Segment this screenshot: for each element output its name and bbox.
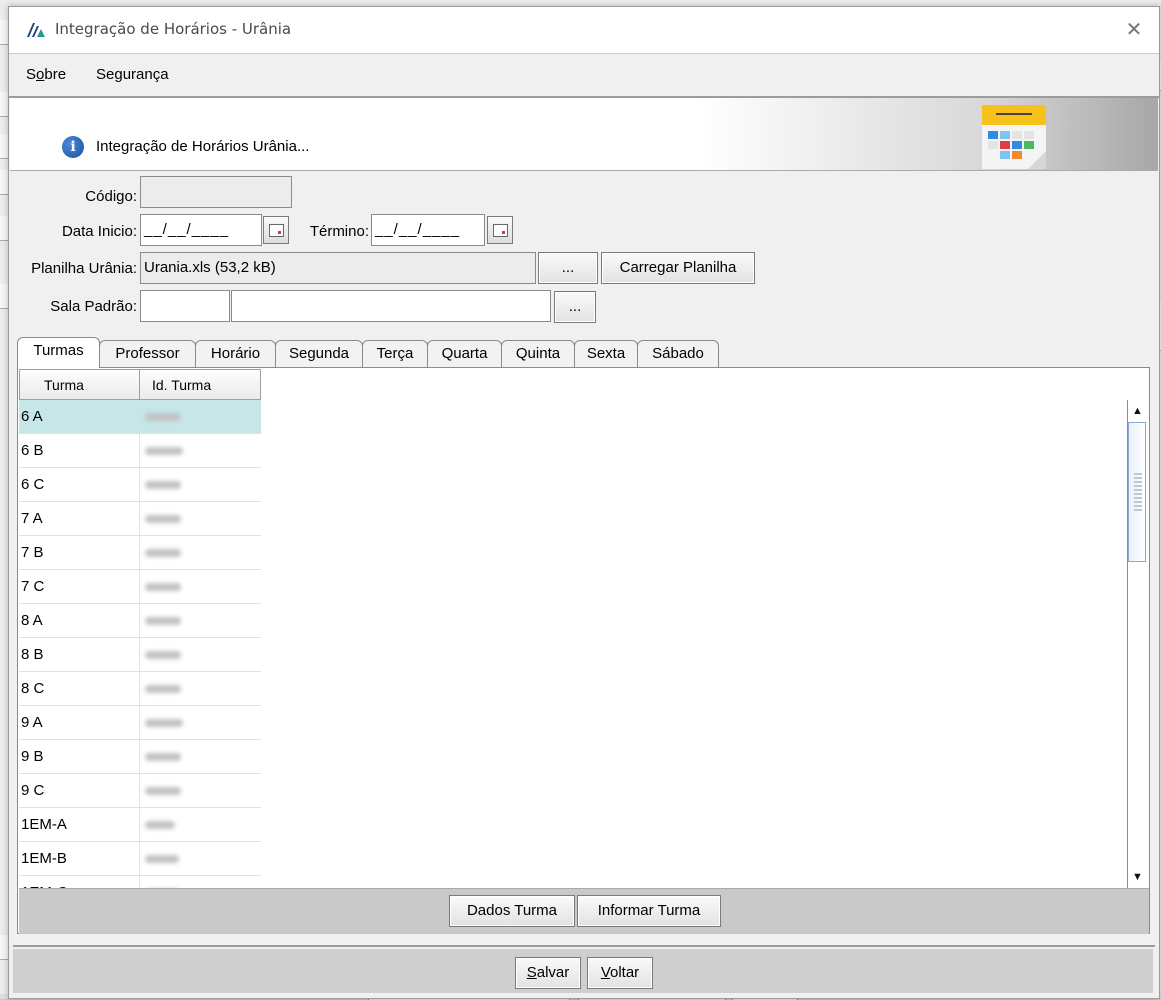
id-turma-cell-redacted: [145, 481, 181, 489]
turma-cell: 9 A: [21, 714, 43, 731]
turmas-grid[interactable]: Turma Id. Turma 6 A 6 B 6 C 7 A 7 B 7 C 8 A 8 B…: [18, 368, 1128, 888]
codigo-field[interactable]: [140, 176, 292, 208]
id-turma-cell-redacted: [145, 549, 181, 557]
id-turma-cell-redacted: [145, 617, 181, 625]
termino-label: Término:: [309, 223, 369, 240]
turma-cell: 1EM-A: [21, 816, 67, 833]
calendar-icon: [982, 105, 1046, 169]
data-inicio-field[interactable]: __/__/____: [140, 214, 262, 246]
data-inicio-label: Data Inicio:: [61, 223, 137, 240]
table-row[interactable]: 7 B: [19, 536, 261, 570]
panel-action-bar: Dados Turma Informar Turma: [19, 888, 1149, 934]
sala-code-field[interactable]: [140, 290, 230, 322]
turma-cell: 8 B: [21, 646, 44, 663]
tab-professor[interactable]: Professor: [99, 340, 196, 367]
sala-name-field[interactable]: [231, 290, 551, 322]
tab-sexta[interactable]: Sexta: [574, 340, 638, 367]
scroll-grip: [1134, 473, 1142, 513]
id-turma-cell-redacted: [145, 855, 179, 863]
table-row[interactable]: 9 B: [19, 740, 261, 774]
info-icon: i: [62, 136, 84, 158]
id-turma-cell-redacted: [145, 413, 181, 421]
tab-quarta[interactable]: Quarta: [427, 340, 502, 367]
voltar-button[interactable]: Voltar: [587, 957, 653, 989]
salvar-button[interactable]: Salvar: [515, 957, 581, 989]
dialog-footer: Salvar Voltar: [9, 942, 1159, 998]
table-row[interactable]: 6 A: [19, 400, 261, 434]
menu-sobre[interactable]: Sobre: [26, 66, 66, 83]
menu-seguranca[interactable]: Segurança: [96, 66, 169, 83]
table-row[interactable]: 7 C: [19, 570, 261, 604]
window-title: Integração de Horários - Urânia: [55, 20, 292, 38]
termino-field[interactable]: __/__/____: [371, 214, 485, 246]
turma-cell: 8 C: [21, 680, 45, 697]
turma-cell: 7 A: [21, 510, 43, 527]
calendar-picker-icon: [269, 224, 284, 237]
turma-cell: 6 C: [21, 476, 45, 493]
calendar-picker-icon: [493, 224, 508, 237]
tab-turmas[interactable]: Turmas: [17, 337, 100, 368]
id-turma-cell-redacted: [145, 515, 181, 523]
turma-cell: 8 A: [21, 612, 43, 629]
termino-calendar-button[interactable]: [487, 216, 513, 244]
banner-text: Integração de Horários Urânia...: [96, 138, 310, 155]
close-icon[interactable]: ✕: [1119, 15, 1149, 45]
table-row[interactable]: 1EM-B: [19, 842, 261, 876]
turma-cell: 6 B: [21, 442, 44, 459]
turma-cell: 6 A: [21, 408, 43, 425]
planilha-field[interactable]: Urania.xls (53,2 kB): [140, 252, 536, 284]
table-row[interactable]: 8 C: [19, 672, 261, 706]
scroll-down-icon[interactable]: ▼: [1128, 866, 1147, 888]
table-row[interactable]: 1EM-A: [19, 808, 261, 842]
id-turma-cell-redacted: [145, 685, 181, 693]
id-turma-cell-redacted: [145, 719, 183, 727]
id-turma-cell-redacted: [145, 753, 181, 761]
turma-cell: 9 B: [21, 748, 44, 765]
scroll-thumb[interactable]: [1128, 422, 1146, 562]
column-header-id-turma[interactable]: Id. Turma: [139, 369, 261, 400]
column-header-turma[interactable]: Turma: [19, 369, 140, 400]
footer-bar: Salvar Voltar: [13, 949, 1153, 993]
turmas-panel: Turma Id. Turma 6 A 6 B 6 C 7 A 7 B 7 C 8 A 8 B…: [17, 367, 1150, 934]
turma-cell: 1EM-B: [21, 850, 67, 867]
footer-divider: [13, 945, 1155, 947]
tab-sabado[interactable]: Sábado: [637, 340, 719, 367]
tab-segunda[interactable]: Segunda: [275, 340, 363, 367]
id-turma-cell-redacted: [145, 651, 181, 659]
tab-terca[interactable]: Terça: [362, 340, 428, 367]
carregar-planilha-button[interactable]: Carregar Planilha: [601, 252, 755, 284]
integration-dialog: Integração de Horários - Urânia ✕ Sobre …: [8, 6, 1160, 999]
id-turma-cell-redacted: [145, 821, 175, 829]
id-turma-cell-redacted: [145, 447, 183, 455]
planilha-browse-button[interactable]: ...: [538, 252, 598, 284]
table-row[interactable]: 9 C: [19, 774, 261, 808]
table-row[interactable]: 1EM-C: [19, 876, 261, 888]
id-turma-cell-redacted: [145, 787, 181, 795]
id-turma-cell-redacted: [145, 583, 181, 591]
planilha-label: Planilha Urânia:: [31, 260, 137, 277]
tab-horario[interactable]: Horário: [195, 340, 276, 367]
sala-padrao-label: Sala Padrão:: [50, 298, 137, 315]
informar-turma-button[interactable]: Informar Turma: [577, 895, 721, 927]
sala-browse-button[interactable]: ...: [554, 291, 596, 323]
dados-turma-button[interactable]: Dados Turma: [449, 895, 575, 927]
scroll-up-icon[interactable]: ▲: [1128, 400, 1147, 422]
codigo-label: Código:: [85, 188, 137, 205]
table-row[interactable]: 8 A: [19, 604, 261, 638]
table-row[interactable]: 8 B: [19, 638, 261, 672]
menu-bar: Sobre Segurança: [9, 53, 1159, 98]
turma-cell: 7 C: [21, 578, 45, 595]
turma-cell: 7 B: [21, 544, 44, 561]
grid-vertical-scrollbar[interactable]: ▲ ▼: [1127, 400, 1147, 888]
data-inicio-calendar-button[interactable]: [263, 216, 289, 244]
table-row[interactable]: 7 A: [19, 502, 261, 536]
tab-quinta[interactable]: Quinta: [501, 340, 575, 367]
turma-cell: 9 C: [21, 782, 45, 799]
title-bar: Integração de Horários - Urânia ✕: [9, 7, 1159, 53]
urania-logo-icon: [27, 23, 45, 37]
table-row[interactable]: 6 B: [19, 434, 261, 468]
header-banner: i Integração de Horários Urânia...: [10, 98, 1158, 171]
table-row[interactable]: 6 C: [19, 468, 261, 502]
table-row[interactable]: 9 A: [19, 706, 261, 740]
